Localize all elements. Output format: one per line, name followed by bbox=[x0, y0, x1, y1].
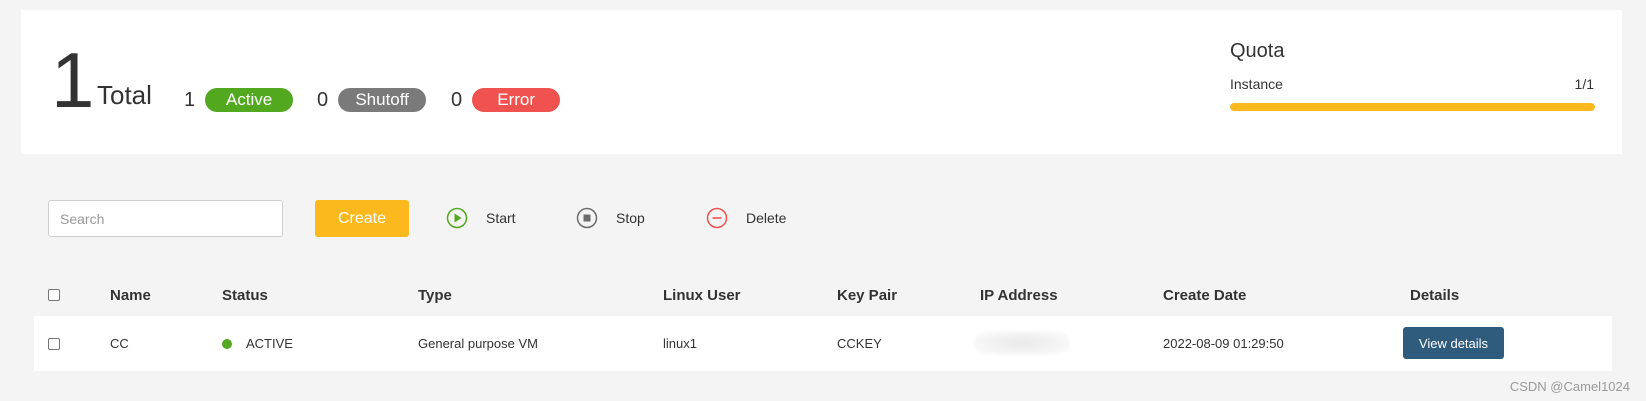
shutoff-count: 0 bbox=[317, 88, 329, 111]
stat-error: 0 Error bbox=[451, 88, 561, 112]
instance-status: ACTIVE bbox=[222, 336, 293, 351]
minus-circle-icon bbox=[706, 207, 728, 229]
view-details-button[interactable]: View details bbox=[1403, 327, 1504, 359]
stop-circle-icon bbox=[576, 207, 598, 229]
stop-label: Stop bbox=[616, 210, 645, 226]
active-badge: Active bbox=[205, 88, 294, 112]
delete-label: Delete bbox=[746, 210, 787, 226]
select-all-checkbox[interactable] bbox=[48, 289, 60, 301]
create-button[interactable]: Create bbox=[315, 200, 409, 237]
play-circle-icon bbox=[446, 207, 468, 229]
column-header-name[interactable]: Name bbox=[110, 287, 151, 304]
summary-panel: 1 Total 1 Active 0 Shutoff 0 Error Quota… bbox=[21, 10, 1622, 154]
instance-linux-user: linux1 bbox=[663, 336, 697, 351]
status-dot-icon bbox=[222, 339, 232, 349]
start-label: Start bbox=[486, 210, 516, 226]
delete-button[interactable]: Delete bbox=[706, 207, 786, 229]
active-count: 1 bbox=[184, 88, 196, 111]
instance-name: CC bbox=[110, 336, 129, 351]
quota-instance-label: Instance bbox=[1230, 76, 1283, 92]
column-header-details: Details bbox=[1410, 287, 1460, 304]
stat-active: 1 Active bbox=[184, 88, 294, 112]
column-header-key-pair[interactable]: Key Pair bbox=[837, 287, 897, 304]
status-text: ACTIVE bbox=[246, 336, 293, 351]
instance-create-date: 2022-08-09 01:29:50 bbox=[1163, 336, 1284, 351]
quota-progress-bar bbox=[1230, 103, 1595, 111]
instance-type: General purpose VM bbox=[418, 336, 538, 351]
start-button[interactable]: Start bbox=[446, 207, 516, 229]
quota-instance-value: 1/1 bbox=[1574, 76, 1594, 92]
total-label: Total bbox=[97, 80, 152, 110]
ip-address-redacted bbox=[974, 331, 1070, 355]
shutoff-badge: Shutoff bbox=[338, 88, 427, 112]
instance-key-pair: CCKEY bbox=[837, 336, 882, 351]
total-count: 1 bbox=[51, 36, 95, 124]
error-count: 0 bbox=[451, 88, 463, 111]
column-header-linux-user[interactable]: Linux User bbox=[663, 287, 741, 304]
quota-title: Quota bbox=[1230, 40, 1285, 62]
quota-progress-fill bbox=[1230, 103, 1595, 111]
table-header: Name Status Type Linux User Key Pair IP … bbox=[34, 277, 1612, 313]
search-input[interactable] bbox=[48, 200, 283, 237]
column-header-ip-address[interactable]: IP Address bbox=[980, 287, 1058, 304]
column-header-create-date[interactable]: Create Date bbox=[1163, 287, 1246, 304]
row-checkbox[interactable] bbox=[48, 338, 60, 350]
stop-button[interactable]: Stop bbox=[576, 207, 645, 229]
watermark: CSDN @Camel1024 bbox=[1509, 379, 1630, 394]
column-header-type[interactable]: Type bbox=[418, 287, 452, 304]
stat-shutoff: 0 Shutoff bbox=[317, 88, 427, 112]
error-badge: Error bbox=[472, 88, 561, 112]
column-header-status[interactable]: Status bbox=[222, 287, 268, 304]
table-row[interactable]: CC ACTIVE General purpose VM linux1 CCKE… bbox=[34, 316, 1612, 371]
